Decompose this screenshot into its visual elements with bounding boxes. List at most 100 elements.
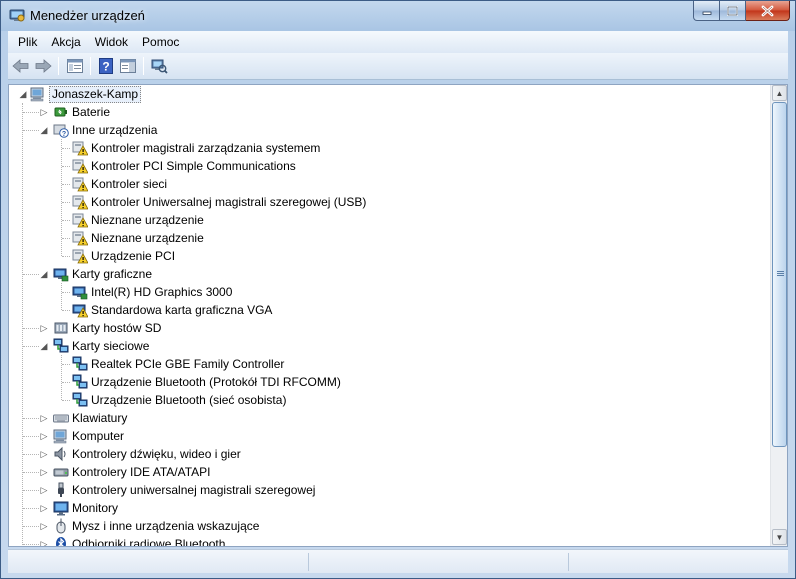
tree-category-node[interactable]: ▷ Karty hostów SD	[9, 319, 769, 337]
svg-text:?: ?	[62, 131, 66, 138]
close-button[interactable]	[746, 1, 790, 21]
tree-category-node[interactable]: ▷ Odbiorniki radiowe Bluetooth	[9, 535, 769, 546]
tree-device-node[interactable]: Kontroler PCI Simple Communications	[9, 157, 769, 175]
title-bar[interactable]: Menedżer urządzeń	[1, 1, 795, 31]
toolbar-separator	[90, 57, 91, 75]
tree-connector	[62, 238, 70, 239]
tree-category-node[interactable]: ▷ Mysz i inne urządzenia wskazujące	[9, 517, 769, 535]
tree-device-node[interactable]: Kontroler sieci	[9, 175, 769, 193]
scroll-up-button[interactable]: ▲	[772, 85, 787, 101]
help-button[interactable]: ?	[97, 57, 115, 75]
scan-hardware-icon	[151, 59, 168, 74]
tree-device-node[interactable]: Standardowa karta graficzna VGA	[9, 301, 769, 319]
tree-category-node[interactable]: ▷ Baterie	[9, 103, 769, 121]
expand-expander-icon[interactable]: ▷	[39, 467, 49, 477]
tree-node-label: Klawiatury	[72, 411, 128, 425]
network-adapter-icon	[53, 338, 69, 353]
show-hide-console-tree-button[interactable]	[66, 57, 84, 75]
action-pane-icon	[120, 59, 136, 73]
tree-node-label: Realtek PCIe GBE Family Controller	[91, 357, 285, 371]
device-manager-window: Menedżer urządzeń Plik Akcja Widok Pomoc	[0, 0, 796, 579]
tree-category-node[interactable]: ▷ Komputer	[9, 427, 769, 445]
tree-category-node[interactable]: ◢ Karty sieciowe	[9, 337, 769, 355]
usb-icon	[58, 482, 64, 497]
collapse-expander-icon[interactable]: ◢	[18, 89, 28, 99]
tree-category-node[interactable]: ▷ Klawiatury	[9, 409, 769, 427]
expand-expander-icon[interactable]: ▷	[39, 449, 49, 459]
svg-text:?: ?	[102, 60, 109, 74]
expand-expander-icon[interactable]: ▷	[39, 503, 49, 513]
expand-expander-icon[interactable]: ▷	[39, 539, 49, 546]
tree-connector	[62, 400, 70, 401]
back-button[interactable]	[12, 57, 30, 75]
tree-root-node[interactable]: ◢ Jonaszek-Kamp	[9, 85, 769, 103]
forward-arrow-icon	[35, 59, 52, 73]
tree-category-node[interactable]: ▷ Monitory	[9, 499, 769, 517]
tree-connector	[62, 364, 70, 365]
menu-action[interactable]: Akcja	[44, 33, 87, 51]
tree-node-label: Mysz i inne urządzenia wskazujące	[72, 519, 260, 533]
tree-node-label: Inne urządzenia	[72, 123, 158, 137]
expand-expander-icon[interactable]: ▷	[39, 431, 49, 441]
tree-node-label: Kontroler magistrali zarządzania systeme…	[91, 141, 321, 155]
tree-category-node[interactable]: ▷ Kontrolery IDE ATA/ATAPI	[9, 463, 769, 481]
status-pane-divider	[308, 553, 309, 571]
tree-connector	[62, 310, 70, 311]
tree-device-node[interactable]: Realtek PCIe GBE Family Controller	[9, 355, 769, 373]
tree-category-node[interactable]: ▷ Kontrolery uniwersalnej magistrali szer…	[9, 481, 769, 499]
maximize-button[interactable]	[720, 1, 746, 21]
keyboard-icon	[53, 414, 69, 423]
network-adapter-icon	[72, 392, 88, 407]
status-pane-divider	[568, 553, 569, 571]
tree-category-node[interactable]: ▷ Kontrolery dźwięku, wideo i gier	[9, 445, 769, 463]
tree-device-node[interactable]: Kontroler magistrali zarządzania systeme…	[9, 139, 769, 157]
tree-device-node[interactable]: Nieznane urządzenie	[9, 211, 769, 229]
tree-node-label: Standardowa karta graficzna VGA	[91, 303, 273, 317]
thumb-grip	[777, 273, 784, 274]
tree-connector	[62, 382, 70, 383]
tree-node-label: Intel(R) HD Graphics 3000	[91, 285, 233, 299]
tree-node-label: Urządzenie Bluetooth (Protokół TDI RFCOM…	[91, 375, 341, 389]
toolbar-separator	[143, 57, 144, 75]
warning-device-icon	[72, 213, 88, 228]
menu-help[interactable]: Pomoc	[135, 33, 186, 51]
collapse-expander-icon[interactable]: ◢	[39, 269, 49, 279]
scan-for-hardware-changes-button[interactable]	[150, 57, 168, 75]
tree-connector	[62, 184, 70, 185]
expand-expander-icon[interactable]: ▷	[39, 521, 49, 531]
tree-device-node[interactable]: Nieznane urządzenie	[9, 229, 769, 247]
scrollbar-thumb[interactable]	[772, 102, 787, 447]
computer-icon	[30, 87, 44, 102]
expand-expander-icon[interactable]: ▷	[39, 485, 49, 495]
tree-node-label: Baterie	[72, 105, 111, 119]
tree-node-label: Komputer	[72, 429, 125, 443]
forward-button[interactable]	[34, 57, 52, 75]
tree-connector	[62, 292, 70, 293]
properties-view-icon	[67, 59, 83, 73]
warning-device-icon	[72, 177, 88, 192]
expand-expander-icon[interactable]: ▷	[39, 107, 49, 117]
tree-connector	[62, 256, 70, 257]
expand-expander-icon[interactable]: ▷	[39, 323, 49, 333]
tree-category-node[interactable]: ◢? Inne urządzenia	[9, 121, 769, 139]
display-adapter-icon	[72, 286, 88, 300]
show-action-pane-button[interactable]	[119, 57, 137, 75]
expand-expander-icon[interactable]: ▷	[39, 413, 49, 423]
warning-device-icon	[72, 249, 88, 264]
tree-device-node[interactable]: Urządzenie Bluetooth (sieć osobista)	[9, 391, 769, 409]
scroll-down-button[interactable]: ▼	[772, 529, 787, 545]
tree-device-node[interactable]: Urządzenie PCI	[9, 247, 769, 265]
warning-device-icon	[72, 141, 88, 156]
menu-file[interactable]: Plik	[11, 33, 44, 51]
minimize-button[interactable]	[693, 1, 720, 21]
tree-node-label: Kontrolery uniwersalnej magistrali szere…	[72, 483, 316, 497]
tree-device-node[interactable]: Urządzenie Bluetooth (Protokół TDI RFCOM…	[9, 373, 769, 391]
collapse-expander-icon[interactable]: ◢	[39, 341, 49, 351]
menu-view[interactable]: Widok	[88, 33, 135, 51]
tree-category-node[interactable]: ◢ Karty graficzne	[9, 265, 769, 283]
vertical-scrollbar[interactable]: ▲ ▼	[770, 85, 787, 546]
tree-device-node[interactable]: Intel(R) HD Graphics 3000	[9, 283, 769, 301]
tree-device-node[interactable]: Kontroler Uniwersalnej magistrali szereg…	[9, 193, 769, 211]
collapse-expander-icon[interactable]: ◢	[39, 125, 49, 135]
tree-connector	[62, 202, 70, 203]
